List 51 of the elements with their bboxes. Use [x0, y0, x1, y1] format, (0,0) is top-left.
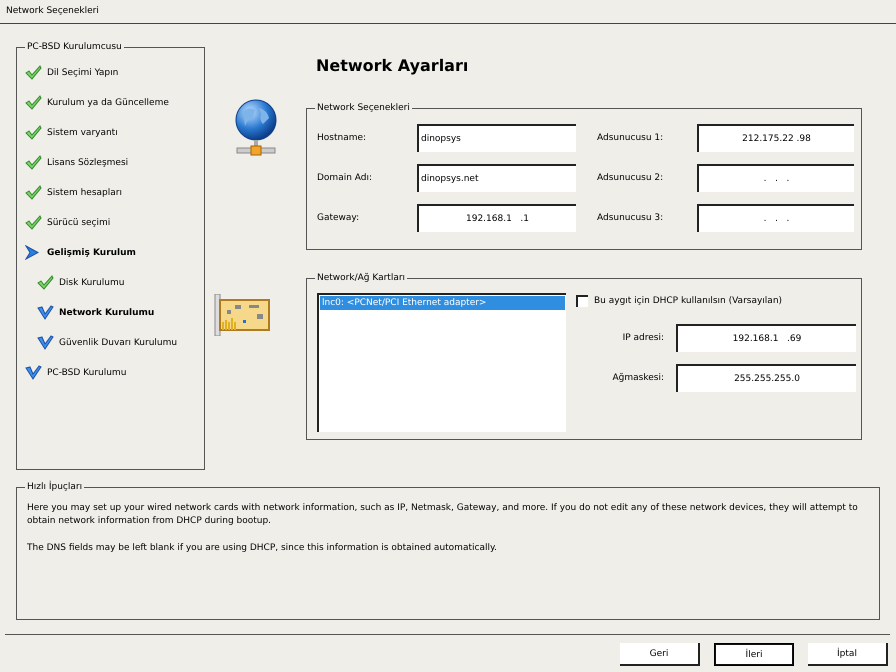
group-title: Hızlı İpuçları — [25, 481, 84, 493]
input-field[interactable]: 192.168.1 .1 — [417, 204, 576, 232]
step-label: Disk Kurulumu — [59, 278, 124, 288]
check-icon — [25, 155, 42, 170]
step-label: Gelişmiş Kurulum — [47, 248, 136, 258]
check-icon — [25, 185, 42, 200]
group-title: Network/Ağ Kartları — [315, 272, 408, 284]
field-label: Ağmaskesi: — [612, 373, 664, 383]
field-label: Adsunucusu 2: — [597, 173, 664, 183]
field-label: Hostname: — [317, 133, 368, 143]
step-label: Dil Seçimi Yapın — [47, 68, 118, 78]
step-label: Sürücü seçimi — [47, 218, 110, 228]
step-label: Lisans Sözleşmesi — [47, 158, 128, 168]
check-icon — [37, 305, 54, 320]
step-label: Güvenlik Duvarı Kurulumu — [59, 338, 178, 348]
field-label: Gateway: — [317, 213, 360, 223]
check-icon — [37, 275, 54, 290]
input-field[interactable]: . . . — [697, 204, 854, 232]
check-icon — [37, 335, 54, 350]
field-label: Domain Adı: — [317, 173, 374, 183]
field-label: Adsunucusu 3: — [597, 213, 664, 223]
check-icon — [25, 365, 42, 380]
network-card-icon — [213, 294, 271, 336]
input-field[interactable]: 255.255.255.0 — [676, 364, 856, 392]
check-icon — [25, 65, 42, 80]
check-icon — [25, 215, 42, 230]
checkbox[interactable] — [576, 295, 588, 307]
wizard-button[interactable]: İptal — [808, 643, 888, 666]
step-label: Network Kurulumu — [59, 308, 154, 318]
checkbox-label: Bu aygıt için DHCP kullanılsın (Varsayılan) — [594, 296, 782, 306]
step-label: Kurulum ya da Güncelleme — [47, 98, 169, 108]
arrow-icon — [25, 245, 39, 260]
input-field[interactable]: dinopsys.net — [417, 164, 576, 192]
field-label: Adsunucusu 1: — [597, 133, 664, 143]
wizard-button[interactable]: İleri — [714, 643, 794, 666]
input-field[interactable]: . . . — [697, 164, 854, 192]
group-title: Network Seçenekleri — [315, 102, 412, 114]
wizard-button[interactable]: Geri — [620, 643, 700, 666]
check-icon — [25, 125, 42, 140]
check-icon — [25, 95, 42, 110]
page-heading: Network Ayarları — [316, 56, 470, 77]
hint-text: The DNS fields may be left blank if you are using DHCP, since this information is obtained automatically. — [27, 542, 498, 555]
window-title: Network Seçenekleri — [0, 0, 896, 24]
step-label: Sistem hesapları — [47, 188, 122, 198]
input-field[interactable]: 212.175.22 .98 — [697, 124, 854, 152]
input-field[interactable]: 192.168.1 .69 — [676, 324, 856, 352]
step-label: PC-BSD Kurulumu — [47, 368, 126, 378]
field-label: IP adresi: — [622, 333, 664, 343]
input-field[interactable]: dinopsys — [417, 124, 576, 152]
hint-text: Here you may set up your wired network cards with network information, such as IP, Netmask, Gateway, and more. If you do not edit any of these network devices, they will attempt to obtain network information from DHCP during bootup. — [27, 502, 859, 528]
step-label: Sistem varyantı — [47, 128, 118, 138]
